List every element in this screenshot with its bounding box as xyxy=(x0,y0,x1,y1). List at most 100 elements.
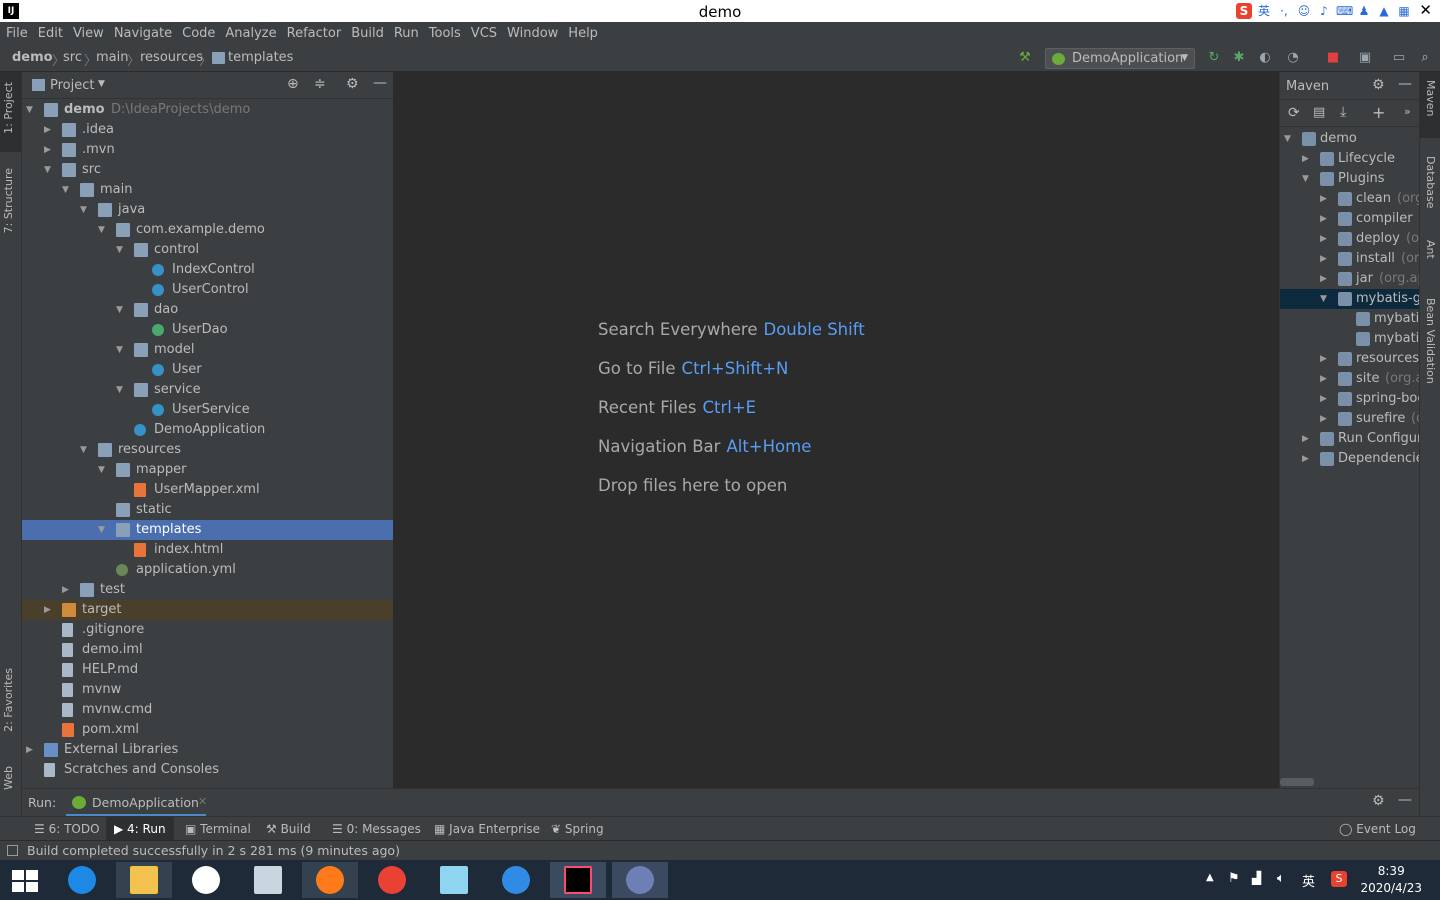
chevron-right-icon[interactable]: ▶ xyxy=(1302,149,1309,169)
tree-item-scratches-and-consoles[interactable]: Scratches and Consoles xyxy=(22,760,393,780)
tree-item-test[interactable]: ▶ test xyxy=(22,580,393,600)
maven-item-dependencies[interactable]: ▶ Dependencies xyxy=(1280,449,1420,469)
chevron-right-icon[interactable]: ▶ xyxy=(44,140,51,160)
maven-item-lifecycle[interactable]: ▶ Lifecycle xyxy=(1280,149,1420,169)
tree-item-service[interactable]: ▼ service xyxy=(22,380,393,400)
menu-tools[interactable]: Tools xyxy=(429,26,461,41)
tool-spring[interactable]: ❦ Spring xyxy=(551,822,604,836)
menu-help[interactable]: Help xyxy=(568,26,598,41)
dbeaver-icon[interactable] xyxy=(612,862,668,898)
menu-analyze[interactable]: Analyze xyxy=(225,26,276,41)
build-hammer-icon[interactable]: ⚒ xyxy=(1016,50,1034,66)
chevron-down-icon[interactable]: ▼ xyxy=(98,460,105,480)
rerun-icon[interactable]: ↻ xyxy=(1205,50,1223,66)
chevron-right-icon[interactable]: ▶ xyxy=(1320,409,1327,429)
chevron-right-icon[interactable]: ▶ xyxy=(44,120,51,140)
maven-item-site[interactable]: ▶ site (org.ap xyxy=(1280,369,1420,389)
status-message[interactable]: Build completed successfully in 2 s 281 … xyxy=(27,841,400,860)
tree-item-dao[interactable]: ▼ dao xyxy=(22,300,393,320)
maven-item-demo[interactable]: ▼ demo xyxy=(1280,129,1420,149)
emoji-icon[interactable]: ☺ xyxy=(1296,3,1312,19)
tree-item-control[interactable]: ▼ control xyxy=(22,240,393,260)
maven-item-jar[interactable]: ▶ jar (org.ap xyxy=(1280,269,1420,289)
tab-structure[interactable]: 7: Structure xyxy=(2,168,15,233)
baidu-netdisk-icon[interactable] xyxy=(178,862,234,898)
coverage-icon[interactable]: ◐ xyxy=(1256,50,1274,66)
breadcrumb-main[interactable]: main xyxy=(96,50,128,65)
chevron-down-icon[interactable]: ▼ xyxy=(116,240,123,260)
windows-start-icon[interactable] xyxy=(12,870,38,892)
chevron-right-icon[interactable]: ▶ xyxy=(1320,229,1327,249)
chevron-right-icon[interactable]: ▶ xyxy=(1320,269,1327,289)
tool-todo[interactable]: ☰ 6: TODO xyxy=(34,822,100,836)
breadcrumb-src[interactable]: src xyxy=(63,50,82,65)
maven-item-clean[interactable]: ▶ clean (org. xyxy=(1280,189,1420,209)
tree-item-index-html[interactable]: index.html xyxy=(22,540,393,560)
chevron-right-icon[interactable]: ▶ xyxy=(26,740,33,760)
chevron-right-icon[interactable]: ▶ xyxy=(1320,249,1327,269)
project-structure-icon[interactable]: ▣ xyxy=(1356,50,1374,66)
generate-sources-icon[interactable]: ▤ xyxy=(1313,105,1325,120)
ime-toolbar[interactable]: S 英 ·, ☺ ♪ ⌨ ♟ ▲ ▦ xyxy=(1236,0,1412,22)
chevron-down-icon[interactable]: ▼ xyxy=(116,300,123,320)
more-icon[interactable]: » xyxy=(1404,105,1411,118)
intellij-idea-icon[interactable] xyxy=(550,862,606,898)
tree-item-model[interactable]: ▼ model xyxy=(22,340,393,360)
notepad-icon[interactable] xyxy=(426,862,482,898)
menu-edit[interactable]: Edit xyxy=(38,26,63,41)
tab-project[interactable]: 1: Project xyxy=(2,82,15,134)
horizontal-scrollbar[interactable] xyxy=(1280,778,1314,786)
chevron-right-icon[interactable]: ▶ xyxy=(1320,389,1327,409)
tab-database[interactable]: Database xyxy=(1424,156,1437,209)
tab-ant[interactable]: Ant xyxy=(1424,240,1437,259)
maven-item-mybatis-ge[interactable]: ▼ mybatis-ge xyxy=(1280,289,1420,309)
network-icon[interactable]: ▟ xyxy=(1252,871,1261,885)
tree-item-usercontrol[interactable]: UserControl xyxy=(22,280,393,300)
gear-icon[interactable]: ⚙ xyxy=(1372,793,1385,809)
tree-item-indexcontrol[interactable]: IndexControl xyxy=(22,260,393,280)
tree-item-demo-iml[interactable]: demo.iml xyxy=(22,640,393,660)
chevron-down-icon[interactable]: ▼ xyxy=(98,220,105,240)
tree-item-demoapplication[interactable]: DemoApplication xyxy=(22,420,393,440)
clock[interactable]: 8:39 2020/4/23 xyxy=(1360,863,1422,897)
gear-icon[interactable]: ⚙ xyxy=(346,76,359,92)
tool-terminal[interactable]: ▣ Terminal xyxy=(185,822,251,836)
tree-item-target[interactable]: ▶ target xyxy=(22,600,393,620)
tree-item-templates[interactable]: ▼ templates xyxy=(22,520,393,540)
menu-run[interactable]: Run xyxy=(394,26,419,41)
editor-empty-area[interactable]: Search Everywhere Double Shift Go to File… xyxy=(394,72,1279,788)
chevron-down-icon[interactable]: ▼ xyxy=(80,440,87,460)
chevron-right-icon[interactable]: ▶ xyxy=(1302,449,1309,469)
chevron-right-icon[interactable]: ▶ xyxy=(1320,349,1327,369)
breadcrumb-templates[interactable]: templates xyxy=(228,50,293,65)
tree-item-mapper[interactable]: ▼ mapper xyxy=(22,460,393,480)
input-language[interactable]: 英 xyxy=(1302,871,1315,890)
menu-vcs[interactable]: VCS xyxy=(471,26,497,41)
tab-favorites[interactable]: 2: Favorites xyxy=(2,668,15,732)
tool-build[interactable]: ⚒ Build xyxy=(266,822,311,836)
keyboard-icon[interactable]: ⌨ xyxy=(1336,3,1353,19)
sogou-icon[interactable]: S xyxy=(1236,3,1252,19)
chevron-down-icon[interactable]: ▼ xyxy=(116,380,123,400)
chevron-down-icon[interactable]: ▼ xyxy=(1284,129,1291,149)
action-center-flag-icon[interactable]: ⚑ xyxy=(1228,871,1240,886)
debug-icon[interactable]: ✱ xyxy=(1230,50,1248,66)
hide-panel-icon[interactable]: — xyxy=(373,75,387,91)
maven-item-plugins[interactable]: ▼ Plugins xyxy=(1280,169,1420,189)
presentation-icon[interactable]: ▭ xyxy=(1390,50,1408,66)
chevron-right-icon[interactable]: ▶ xyxy=(62,580,69,600)
chevron-down-icon[interactable]: ▼ xyxy=(98,520,105,540)
close-tab-icon[interactable]: ✕ xyxy=(198,795,207,808)
ie-icon[interactable] xyxy=(54,862,110,898)
chevron-down-icon[interactable]: ▼ xyxy=(80,200,87,220)
tool-messages[interactable]: ☰ 0: Messages xyxy=(332,822,421,836)
chevron-down-icon[interactable]: ▼ xyxy=(44,160,51,180)
hide-panel-icon[interactable]: — xyxy=(1398,792,1412,808)
tree-item-pom-xml[interactable]: pom.xml xyxy=(22,720,393,740)
sogou-tray-icon[interactable]: S xyxy=(1331,871,1347,887)
menu-build[interactable]: Build xyxy=(351,26,384,41)
mic-icon[interactable]: ♪ xyxy=(1316,3,1332,19)
menu-file[interactable]: File xyxy=(6,26,28,41)
tree-item-gitignore[interactable]: .gitignore xyxy=(22,620,393,640)
chevron-right-icon[interactable]: ▶ xyxy=(1302,429,1309,449)
